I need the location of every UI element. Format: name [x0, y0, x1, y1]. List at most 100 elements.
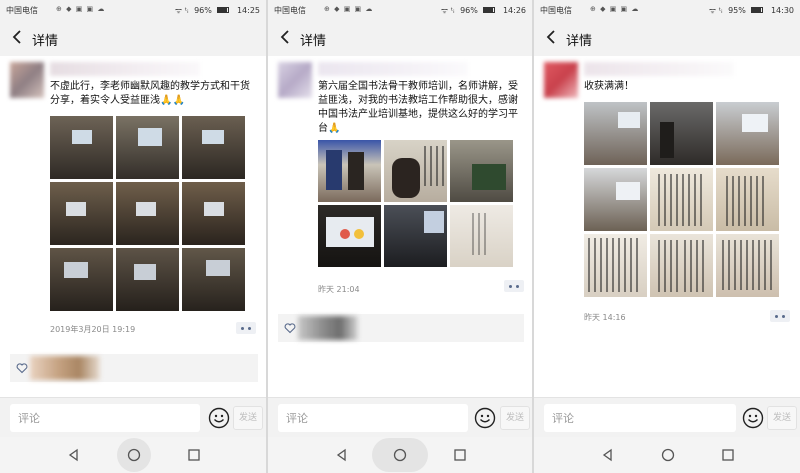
author-name[interactable]	[584, 62, 734, 76]
wifi-signal-icon: ᯤ ᵗᵢ	[174, 6, 189, 15]
carrier-label: 中国电信	[6, 6, 38, 15]
author-name[interactable]	[318, 62, 468, 76]
photo-thumbnail[interactable]	[182, 248, 245, 311]
battery-percent: 96%	[460, 6, 478, 15]
page-title: 详情	[300, 34, 327, 49]
send-button[interactable]: 发送	[233, 406, 263, 430]
photo-thumbnail[interactable]	[318, 205, 381, 267]
photo-thumbnail[interactable]	[650, 102, 713, 165]
photo-thumbnail[interactable]	[716, 234, 779, 297]
photo-thumbnail[interactable]	[318, 140, 381, 202]
post-text-line: 台🙏	[318, 123, 341, 134]
photo-thumbnail[interactable]	[182, 116, 245, 179]
emoji-icon[interactable]	[208, 407, 230, 429]
avatar[interactable]	[10, 62, 44, 98]
status-bar: 中国电信 ⊕ ◆ ▣ ▣ ☁ ᯤ ᵗᵢ 96% 14:26	[268, 0, 532, 20]
photo-thumbnail[interactable]	[116, 248, 179, 311]
post-timestamp: 昨天 21:04	[318, 285, 360, 294]
liker-avatars[interactable]	[30, 356, 100, 380]
battery-icon	[751, 7, 764, 13]
photo-thumbnail[interactable]	[650, 168, 713, 231]
post-text: 不虚此行，李老师幽默风趣的教学方式和干货 分享，着实令人受益匪浅🙏🙏	[50, 80, 250, 108]
phone-screen-2: 中国电信 ⊕ ◆ ▣ ▣ ☁ ᯤ ᵗᵢ 96% 14:26 详情 第六届全国书法…	[268, 0, 532, 473]
battery-percent: 95%	[728, 6, 746, 15]
recents-square-icon[interactable]	[186, 447, 202, 463]
liker-avatars[interactable]	[298, 316, 358, 340]
battery-icon	[483, 7, 496, 13]
recents-square-icon[interactable]	[720, 447, 736, 463]
post-text-line: 益匪浅，对我的书法教培工作帮助很大，感谢	[318, 95, 518, 106]
wifi-signal-icon: ᯤ ᵗᵢ	[440, 6, 455, 15]
moment-post: 第六届全国书法骨干教师培训，名师讲解，受 益匪浅，对我的书法教培工作帮助很大，感…	[268, 56, 532, 397]
photo-thumbnail[interactable]	[716, 102, 779, 165]
photo-thumbnail[interactable]	[584, 234, 647, 297]
phone-screen-1: 中国电信 ⊕ ◆ ▣ ▣ ☁ ᯤ ᵗᵢ 96% 14:25 详情 不虚此行，李老…	[0, 0, 266, 473]
arrow-left-icon[interactable]	[10, 28, 26, 46]
more-options-button[interactable]	[504, 280, 524, 292]
more-options-button[interactable]	[236, 322, 256, 334]
emoji-icon[interactable]	[474, 407, 496, 429]
photo-thumbnail[interactable]	[50, 182, 113, 245]
home-circle-icon[interactable]	[126, 447, 142, 463]
comment-bar: 评论 发送	[534, 397, 800, 437]
home-circle-icon[interactable]	[392, 447, 408, 463]
photo-thumbnail[interactable]	[116, 116, 179, 179]
photo-thumbnail[interactable]	[384, 140, 447, 202]
post-text-line: 第六届全国书法骨干教师培训，名师讲解，受	[318, 81, 518, 92]
phone-screen-3: 中国电信 ⊕ ◆ ▣ ▣ ☁ ᯤ ᵗᵢ 95% 14:30 详情 收获满满！ 昨…	[534, 0, 800, 473]
post-text-line: 中国书法产业培训基地，提供这么好的学习平	[318, 109, 518, 120]
avatar[interactable]	[278, 62, 312, 98]
photo-thumbnail[interactable]	[116, 182, 179, 245]
photo-grid	[318, 140, 513, 267]
post-text-line: 分享，着实令人受益匪浅🙏🙏	[50, 95, 185, 106]
status-right: ᯤ ᵗᵢ 96% 14:25	[172, 5, 260, 16]
navigation-bar	[0, 437, 266, 473]
battery-icon	[217, 7, 230, 13]
emoji-icon[interactable]	[742, 407, 764, 429]
post-text-line: 不虚此行，李老师幽默风趣的教学方式和干货	[50, 81, 250, 92]
photo-thumbnail[interactable]	[384, 205, 447, 267]
comment-bar: 评论 发送	[268, 397, 532, 437]
more-options-button[interactable]	[770, 310, 790, 322]
send-button[interactable]: 发送	[500, 406, 530, 430]
photo-thumbnail[interactable]	[50, 116, 113, 179]
photo-thumbnail[interactable]	[584, 168, 647, 231]
arrow-left-icon[interactable]	[544, 28, 560, 46]
photo-thumbnail[interactable]	[450, 140, 513, 202]
home-circle-icon[interactable]	[660, 447, 676, 463]
status-bar: 中国电信 ⊕ ◆ ▣ ▣ ☁ ᯤ ᵗᵢ 95% 14:30	[534, 0, 800, 20]
back-triangle-icon[interactable]	[600, 447, 616, 463]
post-text-line: 收获满满！	[584, 81, 634, 92]
avatar[interactable]	[544, 62, 578, 98]
comment-input[interactable]: 评论	[10, 404, 200, 432]
post-timestamp: 昨天 14:16	[584, 313, 626, 322]
send-button[interactable]: 发送	[767, 406, 797, 430]
photo-thumbnail[interactable]	[716, 168, 779, 231]
back-triangle-icon[interactable]	[334, 447, 350, 463]
comment-input[interactable]: 评论	[278, 404, 468, 432]
photo-thumbnail[interactable]	[650, 234, 713, 297]
status-bar: 中国电信 ⊕ ◆ ▣ ▣ ☁ ᯤ ᵗᵢ 96% 14:25	[0, 0, 266, 20]
notification-icons: ⊕ ◆ ▣ ▣ ☁	[56, 5, 106, 13]
likes-section	[278, 314, 524, 342]
screenshot-collage: 中国电信 ⊕ ◆ ▣ ▣ ☁ ᯤ ᵗᵢ 96% 14:25 详情 不虚此行，李老…	[0, 0, 800, 473]
title-bar: 详情	[0, 20, 266, 56]
title-bar: 详情	[268, 20, 532, 56]
photo-thumbnail[interactable]	[50, 248, 113, 311]
photo-thumbnail[interactable]	[450, 205, 513, 267]
notification-icons: ⊕ ◆ ▣ ▣ ☁	[324, 5, 374, 13]
moment-post: 收获满满！ 昨天 14:16	[534, 56, 800, 397]
back-triangle-icon[interactable]	[66, 447, 82, 463]
post-timestamp: 2019年3月20日 19:19	[50, 325, 136, 334]
author-name[interactable]	[50, 62, 200, 76]
photo-grid	[50, 116, 245, 311]
recents-square-icon[interactable]	[452, 447, 468, 463]
comment-input[interactable]: 评论	[544, 404, 736, 432]
arrow-left-icon[interactable]	[278, 28, 294, 46]
photo-thumbnail[interactable]	[584, 102, 647, 165]
clock: 14:26	[502, 6, 526, 15]
photo-thumbnail[interactable]	[182, 182, 245, 245]
carrier-label: 中国电信	[540, 6, 572, 15]
post-text: 收获满满！	[584, 80, 634, 94]
status-right: ᯤ ᵗᵢ 96% 14:26	[438, 5, 526, 16]
